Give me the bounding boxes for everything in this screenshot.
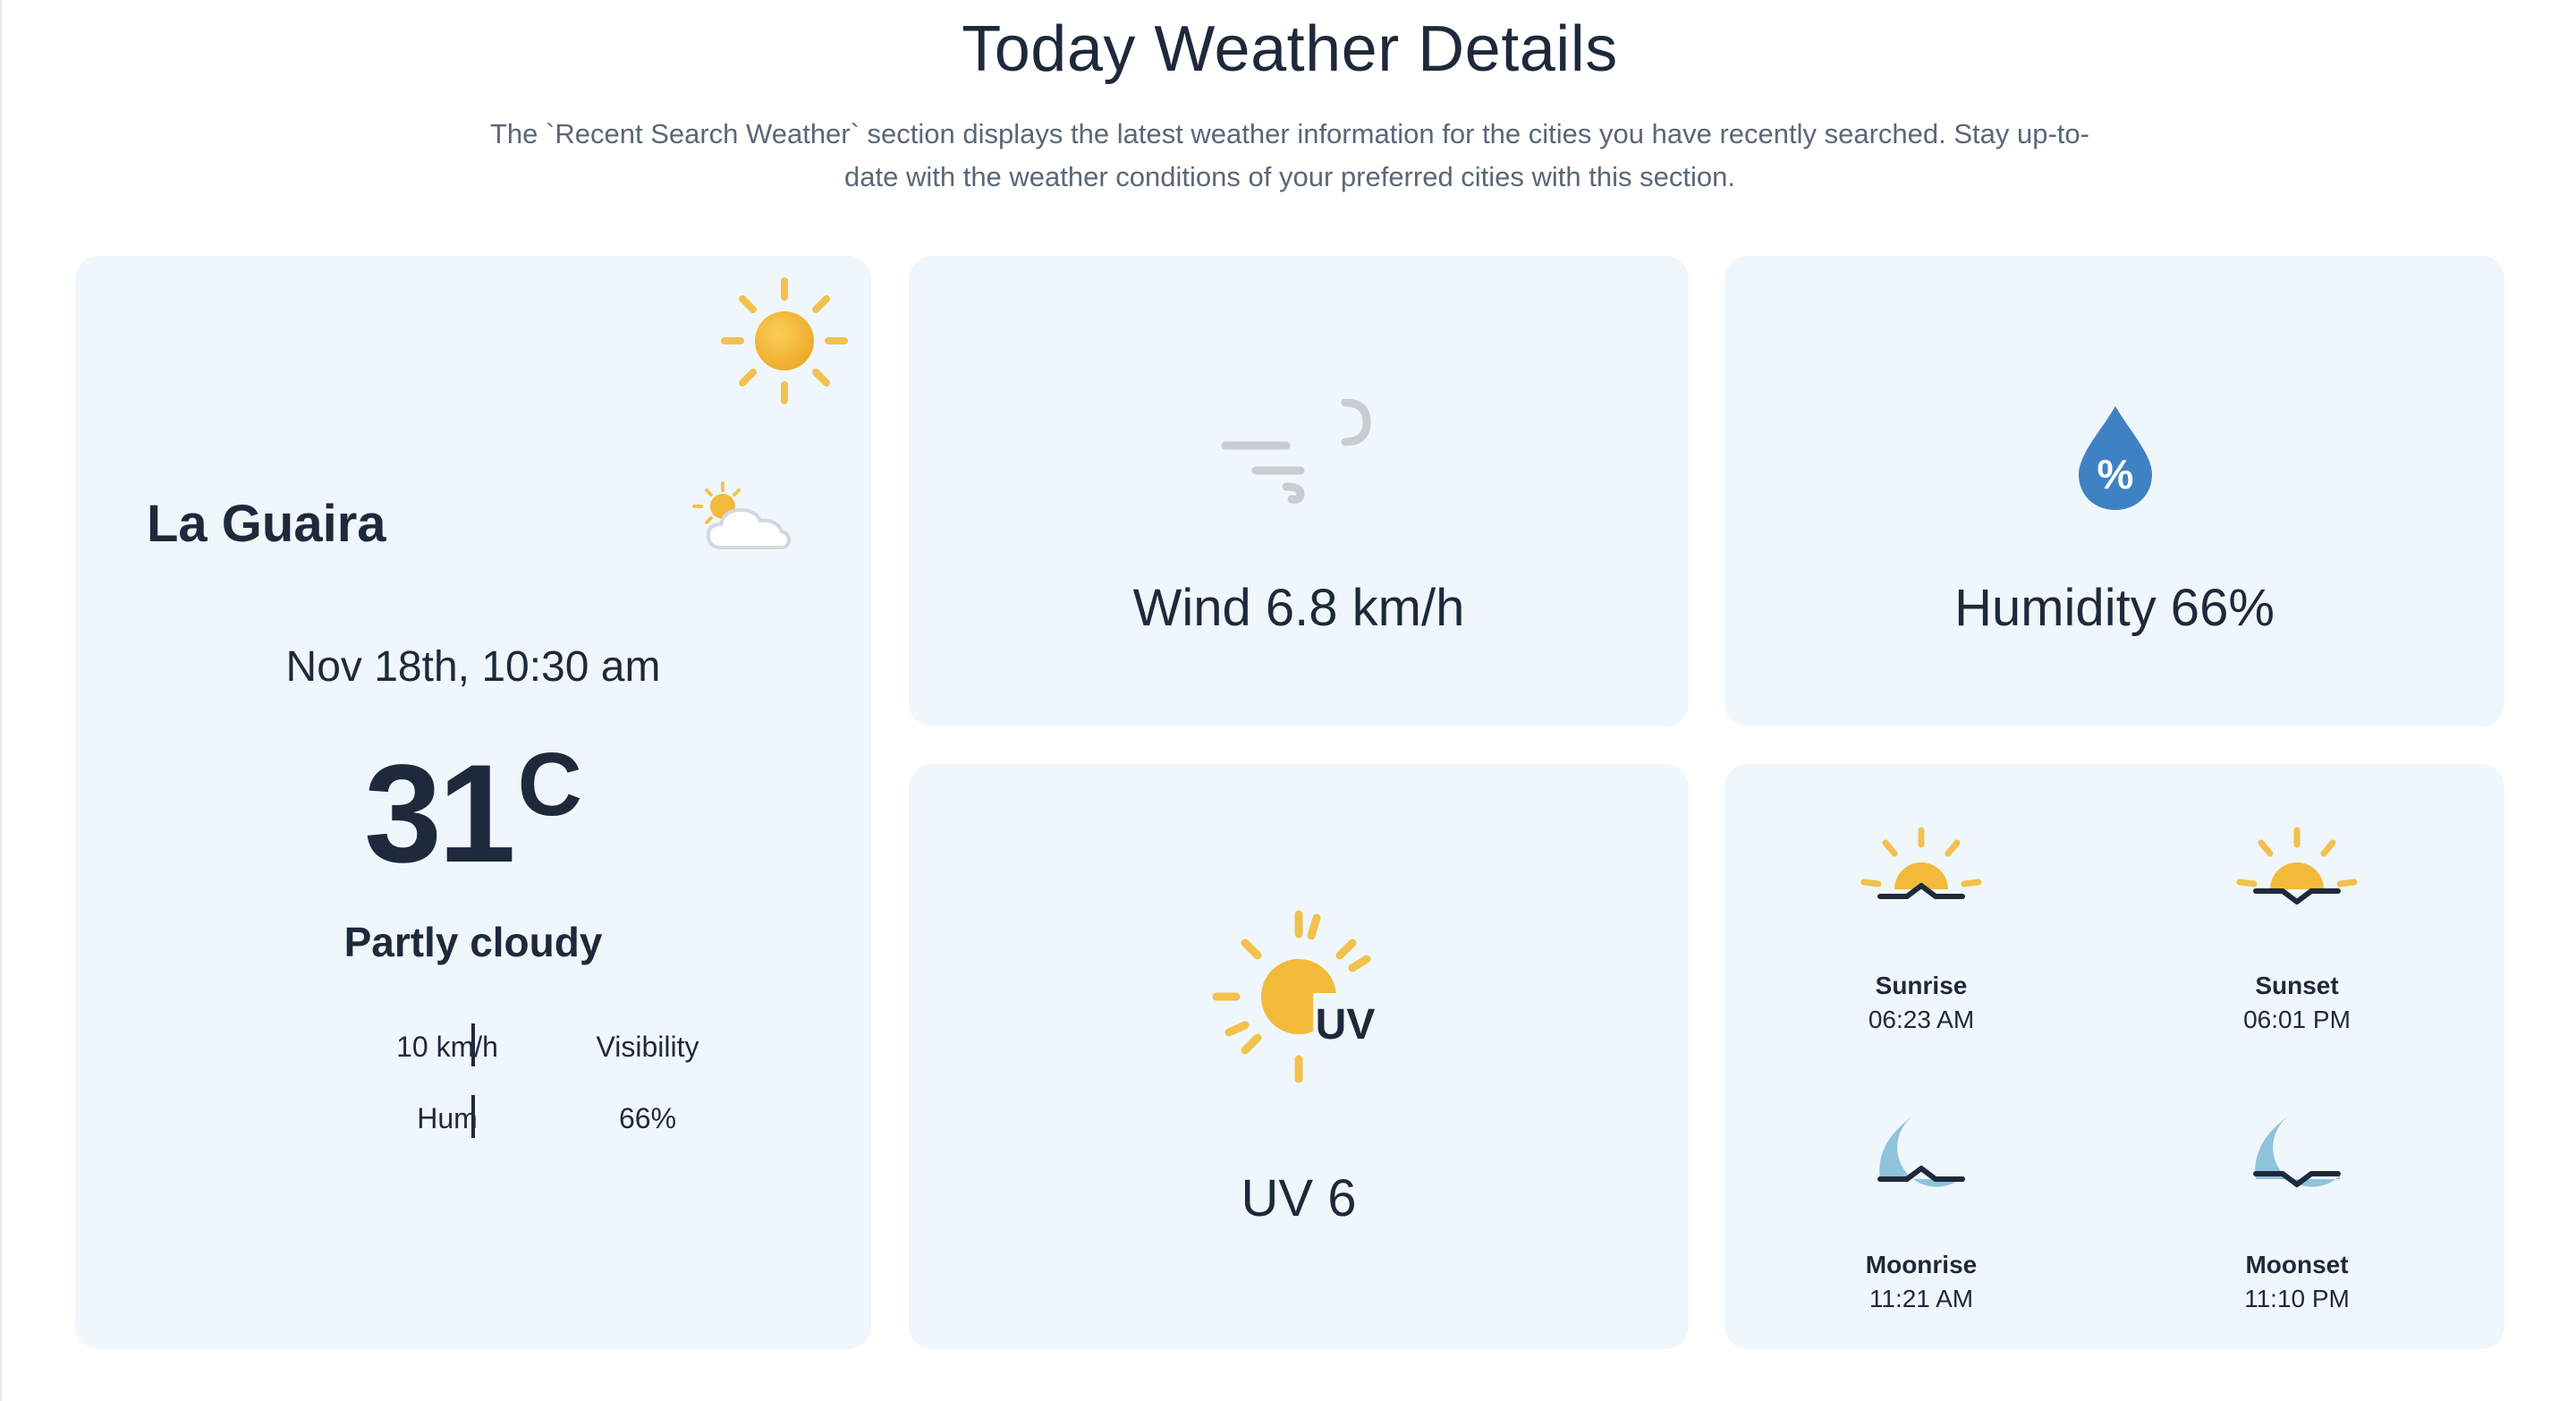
humidity-label: Hum (417, 1102, 478, 1134)
partly-cloudy-icon (692, 481, 792, 549)
wind-label: Wind 6.8 km/h (1132, 579, 1465, 637)
wind-speed-value: 10 km/h (396, 1031, 498, 1063)
sunrise-label: Sunrise (1875, 972, 1968, 999)
uv-icon-text: UV (1316, 1001, 1376, 1049)
temperature: 31C (75, 734, 871, 895)
weather-details-page: Today Weather Details The `Recent Search… (0, 0, 2576, 1401)
city-name: La Guaira (147, 495, 386, 553)
moonset-info: Moonset 11:10 PM (2163, 1251, 2431, 1313)
sunset-info: Sunset 06:01 PM (2163, 972, 2431, 1034)
stat-divider (471, 1023, 475, 1066)
uv-card[interactable]: UV UV 6 (909, 764, 1689, 1349)
city-weather-card[interactable]: La Guaira Nov 18th, 10:30 am 31C Partly … (75, 256, 871, 1349)
moonrise-info: Moonrise 11:21 AM (1787, 1251, 2055, 1313)
sunrise-info: Sunrise 06:23 AM (1787, 972, 2055, 1034)
moonrise-time: 11:21 AM (1868, 1285, 1974, 1312)
humidity-value: 66% (618, 1102, 677, 1134)
visibility-label: Visibility (596, 1031, 699, 1063)
humidity-drop-icon: % (2079, 406, 2152, 510)
sun-moon-card[interactable]: Sunrise 06:23 AM Sunset 06:01 PM Moonris… (1724, 764, 2504, 1349)
page-description: The `Recent Search Weather` section disp… (490, 118, 2089, 192)
sun-icon (721, 277, 848, 404)
sunset-label: Sunset (2255, 972, 2339, 999)
temperature-unit: C (517, 734, 582, 835)
stat-divider (471, 1095, 475, 1138)
weather-condition: Partly cloudy (343, 919, 603, 965)
sunrise-icon (1860, 827, 1982, 899)
uv-icon: UV (1212, 910, 1376, 1083)
uv-label: UV 6 (1241, 1169, 1357, 1227)
wind-card[interactable]: Wind 6.8 km/h (909, 256, 1689, 726)
moonset-icon (2253, 1117, 2341, 1187)
sunset-icon (2236, 827, 2358, 904)
moonset-time: 11:10 PM (2244, 1285, 2350, 1312)
page-title: Today Weather Details (962, 13, 1618, 85)
moonrise-icon (1877, 1117, 1965, 1187)
temperature-value: 31 (364, 736, 516, 892)
humidity-card[interactable]: % Humidity 66% (1724, 256, 2504, 726)
sunrise-time: 06:23 AM (1868, 1006, 1975, 1033)
humidity-drop-symbol: % (2097, 451, 2134, 497)
sunset-time: 06:01 PM (2243, 1006, 2351, 1033)
moonset-label: Moonset (2245, 1251, 2349, 1278)
wind-icon (1221, 399, 1371, 504)
humidity-label: Humidity 66% (1954, 579, 2275, 637)
moonrise-label: Moonrise (1865, 1251, 1978, 1278)
current-datetime: Nov 18th, 10:30 am (285, 643, 661, 691)
